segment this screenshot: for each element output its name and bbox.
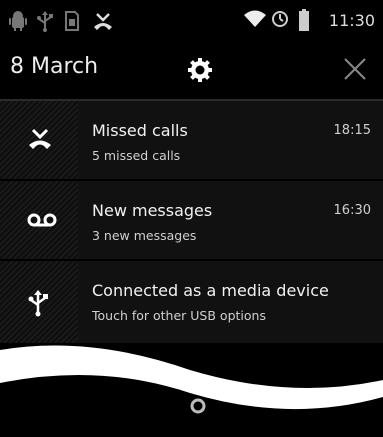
home-circle-icon bbox=[190, 398, 206, 414]
missed-call-icon bbox=[27, 126, 53, 152]
close-button[interactable] bbox=[341, 55, 369, 83]
voicemail-icon bbox=[27, 206, 57, 232]
status-icons-right: 11:30 bbox=[243, 6, 375, 34]
home-button[interactable] bbox=[188, 396, 208, 416]
notification-header: 8 March bbox=[0, 40, 383, 101]
notification-new-messages[interactable]: New messages 3 new messages 16:30 bbox=[0, 181, 383, 259]
notification-usb-connected[interactable]: Connected as a media device Touch for ot… bbox=[0, 261, 383, 343]
notification-time: 18:15 bbox=[333, 123, 371, 138]
settings-button[interactable] bbox=[185, 55, 215, 85]
notification-icon-box bbox=[0, 261, 78, 343]
wifi-icon bbox=[243, 9, 266, 31]
notification-title: Connected as a media device bbox=[92, 281, 329, 300]
notification-title: Missed calls bbox=[92, 121, 188, 140]
torn-edge-decoration bbox=[0, 345, 383, 433]
status-bar: 11:30 bbox=[0, 0, 383, 40]
alarm-icon bbox=[271, 9, 293, 31]
close-icon bbox=[344, 58, 366, 80]
notification-subtitle: 3 new messages bbox=[92, 228, 197, 243]
notification-subtitle: 5 missed calls bbox=[92, 148, 181, 163]
usb-icon bbox=[27, 289, 53, 317]
gear-icon bbox=[188, 58, 212, 82]
battery-icon bbox=[298, 9, 321, 31]
notification-missed-calls[interactable]: Missed calls 5 missed calls 18:15 bbox=[0, 101, 383, 179]
missed-call-icon bbox=[92, 10, 114, 32]
notification-subtitle: Touch for other USB options bbox=[92, 308, 266, 323]
notification-time: 16:30 bbox=[333, 203, 371, 218]
android-debug-icon bbox=[8, 10, 30, 32]
notification-title: New messages bbox=[92, 201, 213, 220]
date-label: 8 March bbox=[10, 54, 99, 79]
status-icons-left bbox=[8, 8, 114, 34]
sim-card-icon bbox=[64, 10, 86, 32]
status-time: 11:30 bbox=[328, 10, 375, 30]
notification-icon-box bbox=[0, 181, 78, 259]
usb-icon bbox=[36, 10, 58, 32]
notification-icon-box bbox=[0, 101, 78, 179]
